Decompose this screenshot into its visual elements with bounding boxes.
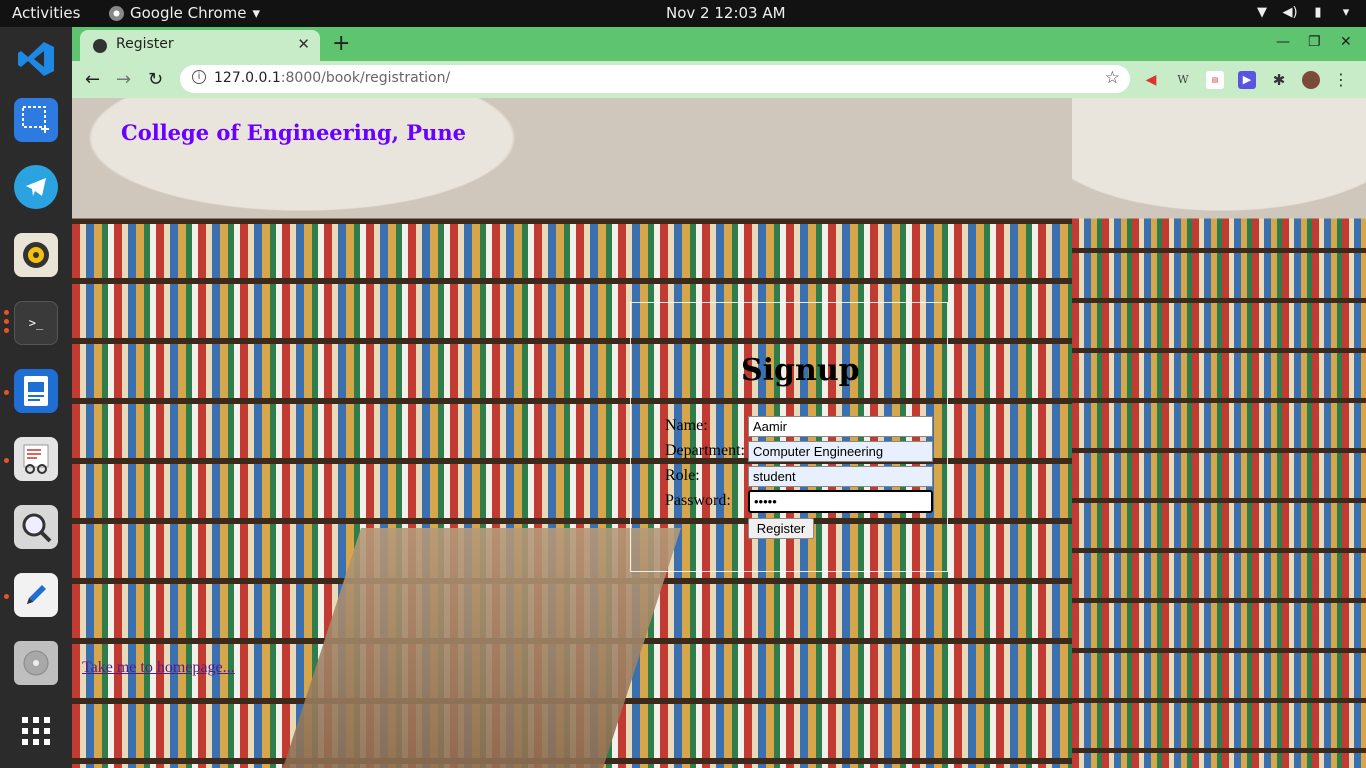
role-label: Role: [665,467,700,484]
volume-icon: ◀) [1282,5,1298,20]
library-background-repeat [1072,98,1366,768]
browser-toolbar: ← → ↻ i 127.0.0.1:8000/book/registration… [72,61,1366,98]
app-menu[interactable]: Google Chrome ▾ [109,4,260,22]
name-label: Name: [665,417,708,434]
activities-button[interactable]: Activities [12,4,80,22]
extensions-puzzle-icon[interactable]: ✱ [1270,71,1288,89]
clock[interactable]: Nov 2 12:03 AM [666,4,786,22]
role-input[interactable]: student [748,466,933,487]
bookmark-star-icon[interactable]: ☆ [1105,68,1120,88]
telegram-icon[interactable] [14,165,58,209]
department-input[interactable]: Computer Engineering [748,441,933,462]
megaphone-extension-icon[interactable]: ◀ [1142,71,1160,89]
department-label: Department: [665,442,745,459]
caret-down-icon: ▾ [1342,5,1350,20]
screenshot-icon[interactable] [14,98,58,142]
vscode-icon[interactable] [14,37,58,81]
url-host: 127.0.0.1 [214,70,281,86]
back-button[interactable]: ← [85,69,100,90]
wikipedia-extension-icon[interactable]: W [1174,71,1192,89]
terminal-icon[interactable]: >_ [14,301,58,345]
forward-button[interactable]: → [116,69,131,90]
running-indicator [4,310,9,315]
running-indicator [4,328,9,333]
homepage-link[interactable]: Take me to homepage... [82,659,235,677]
password-label: Password: [665,492,731,509]
reload-button[interactable]: ↻ [148,69,163,90]
show-apps-icon[interactable] [14,709,58,753]
signup-form: Signup Name: Aamir Department: Computer … [630,302,948,572]
tab-title: Register [116,36,174,52]
zoom-extension-icon[interactable]: ▶ [1238,71,1256,89]
running-indicator [4,594,9,599]
menu-kebab-icon[interactable]: ⋮ [1332,71,1350,89]
name-input[interactable]: Aamir [748,416,933,437]
document-viewer-icon[interactable] [14,369,58,413]
address-bar[interactable]: i 127.0.0.1:8000/book/registration/ ☆ [180,65,1130,93]
caret-down-icon: ▾ [252,4,261,22]
close-window-button[interactable]: ✕ [1340,34,1352,50]
disk-icon[interactable] [14,641,58,685]
app-menu-label: Google Chrome [130,4,247,22]
clipboard-extension-icon[interactable]: ▤ [1206,71,1224,89]
system-top-bar: Activities Google Chrome ▾ Nov 2 12:03 A… [0,0,1366,27]
page-viewport: College of Engineering, Pune Signup Name… [72,98,1366,768]
tab-strip: Register ✕ + — ❐ ✕ [72,27,1366,61]
maximize-button[interactable]: ❐ [1308,34,1321,50]
text-editor-icon[interactable] [14,573,58,617]
signup-heading: Signup [741,353,860,388]
chrome-icon [109,5,124,21]
globe-icon [93,39,107,53]
password-input[interactable]: ••••• [748,490,933,513]
url-path: :8000/book/registration/ [280,70,451,86]
minimize-button[interactable]: — [1276,34,1290,50]
college-title: College of Engineering, Pune [121,120,466,145]
close-tab-icon[interactable]: ✕ [297,35,310,53]
tab-register[interactable]: Register ✕ [80,30,320,61]
image-viewer-icon[interactable] [14,505,58,549]
battery-icon: ▮ [1314,5,1322,20]
register-button[interactable]: Register [748,518,814,539]
system-tray[interactable]: ▼ ◀) ▮ ▾ [1254,5,1354,20]
running-indicator [4,319,9,324]
browser-window: Register ✕ + — ❐ ✕ ← → ↻ i 127.0.0.1:800… [72,27,1366,768]
url-text: 127.0.0.1:8000/book/registration/ [214,70,450,86]
running-indicator [4,458,9,463]
wifi-icon: ▼ [1257,5,1267,20]
info-icon[interactable]: i [192,70,206,84]
rhythmbox-icon[interactable] [14,233,58,277]
dock: >_ [0,27,72,768]
new-tab-button[interactable]: + [332,31,350,56]
running-indicator [4,390,9,395]
reader-icon[interactable] [14,437,58,481]
profile-avatar[interactable] [1302,71,1320,89]
